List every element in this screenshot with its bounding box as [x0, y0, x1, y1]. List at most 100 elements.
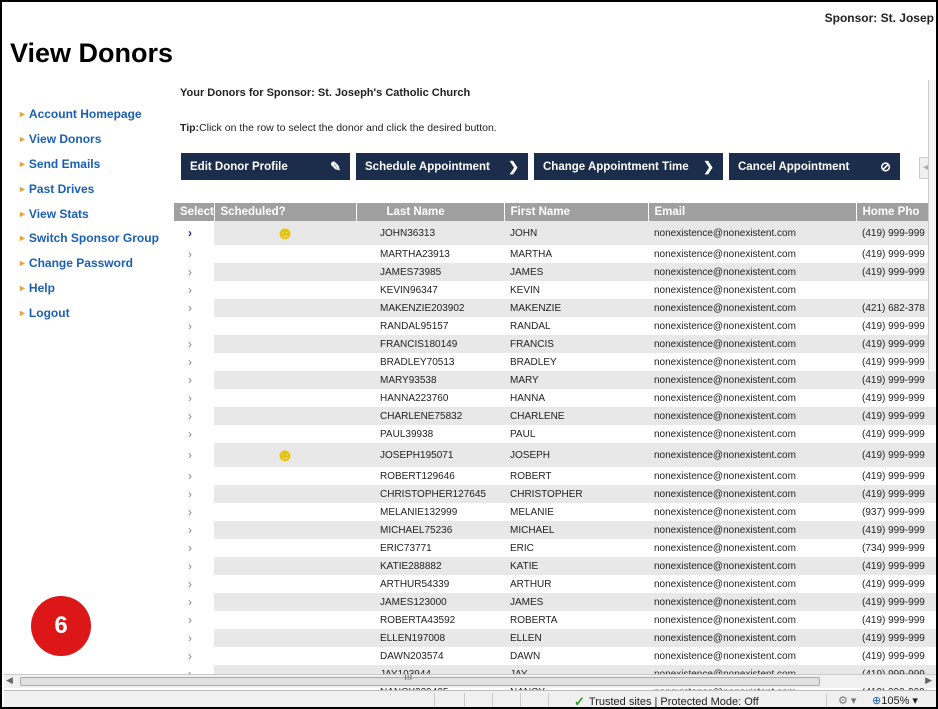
row-select[interactable]: › [174, 371, 214, 389]
chevron-right-icon[interactable]: › [188, 319, 192, 333]
scroll-left-icon[interactable]: ◀ [6, 675, 13, 686]
chevron-right-icon[interactable]: › [188, 337, 192, 351]
chevron-right-icon[interactable]: › [188, 448, 192, 462]
table-row[interactable]: › ☻ JOHN36313 JOHN nonexistence@nonexistent.… [174, 221, 936, 245]
sidebar-item-view-donors[interactable]: ► View Donors [18, 127, 178, 152]
table-row[interactable]: › DAWN203574 DAWN nonexistence@nonexistent.… [174, 647, 936, 665]
row-select[interactable]: › [174, 389, 214, 407]
chevron-right-icon[interactable]: › [188, 541, 192, 555]
table-row[interactable]: › FRANCIS180149 FRANCIS nonexistence@nonexi… [174, 335, 936, 353]
table-row[interactable]: › MELANIE132999 MELANIE nonexistence@nonexi… [174, 503, 936, 521]
table-row[interactable]: › KATIE288882 KATIE nonexistence@nonexisten… [174, 557, 936, 575]
row-select[interactable]: › [174, 467, 214, 485]
row-select[interactable]: › [174, 245, 214, 263]
table-row[interactable]: › ARTHUR54339 ARTHUR nonexistence@nonexiste… [174, 575, 936, 593]
chevron-right-icon[interactable]: › [188, 355, 192, 369]
table-row[interactable]: › CHRISTOPHER127645 CHRISTOPHER nonexistenc… [174, 485, 936, 503]
last-name-cell: HANNA223760 [356, 389, 504, 407]
sidebar-item-send-emails[interactable]: ► Send Emails [18, 152, 178, 177]
chevron-right-icon[interactable]: › [188, 505, 192, 519]
chevron-right-icon[interactable]: › [188, 559, 192, 573]
chevron-right-icon[interactable]: › [188, 523, 192, 537]
row-select[interactable]: › [174, 299, 214, 317]
column-header-last-name[interactable]: Last Name [356, 203, 505, 221]
table-row[interactable]: › MAKENZIE203902 MAKENZIE nonexistence@none… [174, 299, 936, 317]
row-select[interactable]: › [174, 593, 214, 611]
chevron-right-icon[interactable]: › [188, 595, 192, 609]
column-header-first-name[interactable]: First Name [504, 203, 649, 221]
row-select[interactable]: › [174, 263, 214, 281]
row-select[interactable]: › [174, 629, 214, 647]
row-select[interactable]: › [174, 221, 214, 245]
row-select[interactable]: › [174, 281, 214, 299]
table-row[interactable]: › BRADLEY70513 BRADLEY nonexistence@nonexis… [174, 353, 936, 371]
edit-donor-profile-button[interactable]: Edit Donor Profile ✎ [181, 153, 350, 180]
table-row[interactable]: › RANDAL95157 RANDAL nonexistence@nonexiste… [174, 317, 936, 335]
table-row[interactable]: › JAMES73985 JAMES nonexistence@nonexistent… [174, 263, 936, 281]
chevron-right-icon[interactable]: › [188, 577, 192, 591]
table-row[interactable]: › ERIC73771 ERIC nonexistence@nonexistent.c… [174, 539, 936, 557]
table-row[interactable]: › MARTHA23913 MARTHA nonexistence@nonexiste… [174, 245, 936, 263]
row-select[interactable]: › [174, 353, 214, 371]
chevron-right-icon[interactable]: › [188, 247, 192, 261]
row-select[interactable]: › [174, 521, 214, 539]
chevron-right-icon[interactable]: › [188, 613, 192, 627]
row-select[interactable]: › [174, 503, 214, 521]
chevron-right-icon[interactable]: › [188, 631, 192, 645]
chevron-right-icon[interactable]: › [188, 226, 192, 240]
chevron-right-icon[interactable]: › [188, 301, 192, 315]
table-row[interactable]: › ROBERT129646 ROBERT nonexistence@nonexist… [174, 467, 936, 485]
sidebar-item-change-password[interactable]: ► Change Password [18, 251, 178, 276]
vertical-scrollbar[interactable] [928, 80, 936, 370]
chevron-right-icon[interactable]: › [188, 265, 192, 279]
table-row[interactable]: › ELLEN197008 ELLEN nonexistence@nonexisten… [174, 629, 936, 647]
sidebar-item-switch-sponsor-group[interactable]: ► Switch Sponsor Group [18, 226, 178, 251]
chevron-right-icon[interactable]: › [188, 409, 192, 423]
scroll-right-icon[interactable]: ▶ [925, 675, 932, 686]
cancel-appointment-button[interactable]: Cancel Appointment ⊘ [729, 153, 900, 180]
table-row[interactable]: › ROBERTA43592 ROBERTA nonexistence@nonexis… [174, 611, 936, 629]
table-row[interactable]: › JAMES123000 JAMES nonexistence@nonexisten… [174, 593, 936, 611]
security-zone[interactable]: ✓ Trusted sites | Protected Mode: Off [574, 694, 759, 707]
sidebar-item-past-drives[interactable]: ► Past Drives [18, 176, 178, 201]
schedule-appointment-button[interactable]: Schedule Appointment ❯ [356, 153, 528, 180]
row-select[interactable]: › [174, 485, 214, 503]
table-row[interactable]: › HANNA223760 HANNA nonexistence@nonexisten… [174, 389, 936, 407]
table-row[interactable]: › KEVIN96347 KEVIN nonexistence@nonexistent… [174, 281, 936, 299]
row-select[interactable]: › [174, 317, 214, 335]
column-header-scheduled[interactable]: Scheduled? [214, 203, 357, 221]
chevron-right-icon[interactable]: › [188, 391, 192, 405]
sidebar-item-logout[interactable]: ► Logout [18, 300, 178, 325]
table-row[interactable]: › ☻ JOSEPH195071 JOSEPH nonexistence@nonexis… [174, 443, 936, 467]
table-row[interactable]: › CHARLENE75832 CHARLENE nonexistence@nonex… [174, 407, 936, 425]
sidebar-item-account-homepage[interactable]: ► Account Homepage [18, 102, 178, 127]
change-appointment-time-button[interactable]: Change Appointment Time ❯ [534, 153, 723, 180]
chevron-right-icon[interactable]: › [188, 283, 192, 297]
chevron-right-icon[interactable]: › [188, 649, 192, 663]
chevron-right-icon[interactable]: › [188, 427, 192, 441]
scheduled-cell [214, 575, 356, 593]
row-select[interactable]: › [174, 647, 214, 665]
row-select[interactable]: › [174, 539, 214, 557]
chevron-right-icon[interactable]: › [188, 469, 192, 483]
column-header-home-phone[interactable]: Home Pho [856, 203, 936, 221]
sidebar-item-view-stats[interactable]: ► View Stats [18, 201, 178, 226]
table-row[interactable]: › MARY93538 MARY nonexistence@nonexistent.c… [174, 371, 936, 389]
row-select[interactable]: › [174, 425, 214, 443]
row-select[interactable]: › [174, 611, 214, 629]
table-row[interactable]: › MICHAEL75236 MICHAEL nonexistence@nonexis… [174, 521, 936, 539]
chevron-right-icon[interactable]: › [188, 487, 192, 501]
chevron-right-icon[interactable]: › [188, 373, 192, 387]
column-header-email[interactable]: Email [648, 203, 857, 221]
scrollbar-thumb[interactable] [20, 677, 820, 686]
row-select[interactable]: › [174, 575, 214, 593]
row-select[interactable]: › [174, 335, 214, 353]
settings-icon[interactable]: ⚙ ▾ [838, 694, 856, 707]
table-row[interactable]: › PAUL39938 PAUL nonexistence@nonexistent.c… [174, 425, 936, 443]
row-select[interactable]: › [174, 407, 214, 425]
sidebar-item-help[interactable]: ► Help [18, 276, 178, 301]
row-select[interactable]: › [174, 443, 214, 467]
row-select[interactable]: › [174, 557, 214, 575]
zoom-control[interactable]: ⊕105% ▾ [872, 694, 918, 707]
horizontal-scrollbar[interactable]: ◀ ııı ▶ [4, 672, 936, 688]
